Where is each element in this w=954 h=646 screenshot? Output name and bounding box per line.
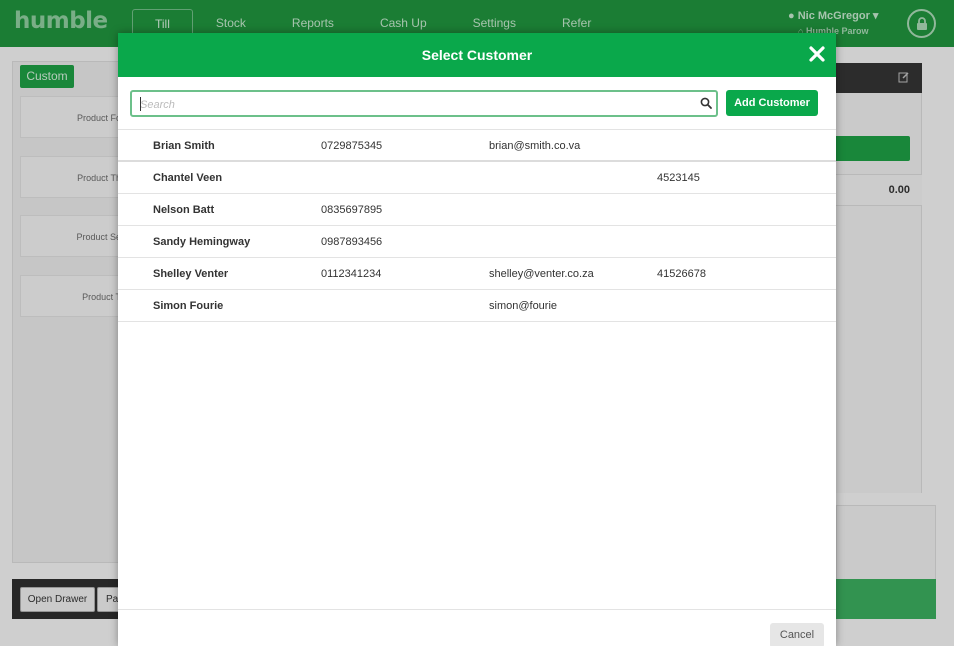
customer-name: Simon Fourie bbox=[153, 300, 224, 312]
customer-email: simon@fourie bbox=[489, 300, 558, 312]
cancel-button[interactable]: Cancel bbox=[770, 623, 824, 646]
table-row[interactable]: Brian Smith 0729875345 brian@smith.co.va bbox=[118, 130, 836, 162]
customer-name: Chantel Veen bbox=[153, 172, 223, 184]
search-field[interactable] bbox=[130, 90, 718, 117]
close-icon[interactable] bbox=[808, 45, 826, 63]
text-caret bbox=[140, 97, 141, 111]
customer-phone: 0987893456 bbox=[321, 236, 383, 248]
search-input[interactable] bbox=[140, 96, 680, 113]
customer-phone: 0112341234 bbox=[321, 268, 382, 280]
customer-name: Brian Smith bbox=[153, 140, 215, 152]
customer-name: Sandy Hemingway bbox=[153, 236, 251, 248]
search-icon[interactable] bbox=[700, 97, 712, 109]
customer-list: Brian Smith 0729875345 brian@smith.co.va… bbox=[118, 129, 836, 322]
search-row: Add Customer bbox=[130, 90, 830, 118]
customer-number: 4523145 bbox=[657, 172, 700, 184]
modal-title: Select Customer bbox=[421, 47, 533, 63]
select-customer-modal: Select Customer Add Customer Brian Smith… bbox=[118, 33, 836, 646]
modal-footer: Cancel bbox=[118, 609, 836, 646]
customer-name: Shelley Venter bbox=[153, 268, 229, 280]
table-row[interactable]: Sandy Hemingway 0987893456 bbox=[118, 226, 836, 258]
table-row[interactable]: Nelson Batt 0835697895 bbox=[118, 194, 836, 226]
modal-header: Select Customer bbox=[118, 33, 836, 77]
customer-email: brian@smith.co.va bbox=[489, 140, 581, 152]
customer-phone: 0835697895 bbox=[321, 204, 383, 216]
table-row[interactable]: Simon Fourie simon@fourie bbox=[118, 290, 836, 322]
customer-phone: 0729875345 bbox=[321, 140, 383, 152]
table-row[interactable]: Shelley Venter 0112341234 shelley@venter… bbox=[118, 258, 836, 290]
table-row[interactable]: Chantel Veen 4523145 bbox=[118, 162, 836, 194]
add-customer-button[interactable]: Add Customer bbox=[726, 90, 818, 116]
customer-number: 41526678 bbox=[657, 268, 706, 280]
customer-name: Nelson Batt bbox=[153, 204, 215, 216]
customer-email: shelley@venter.co.za bbox=[489, 268, 594, 280]
